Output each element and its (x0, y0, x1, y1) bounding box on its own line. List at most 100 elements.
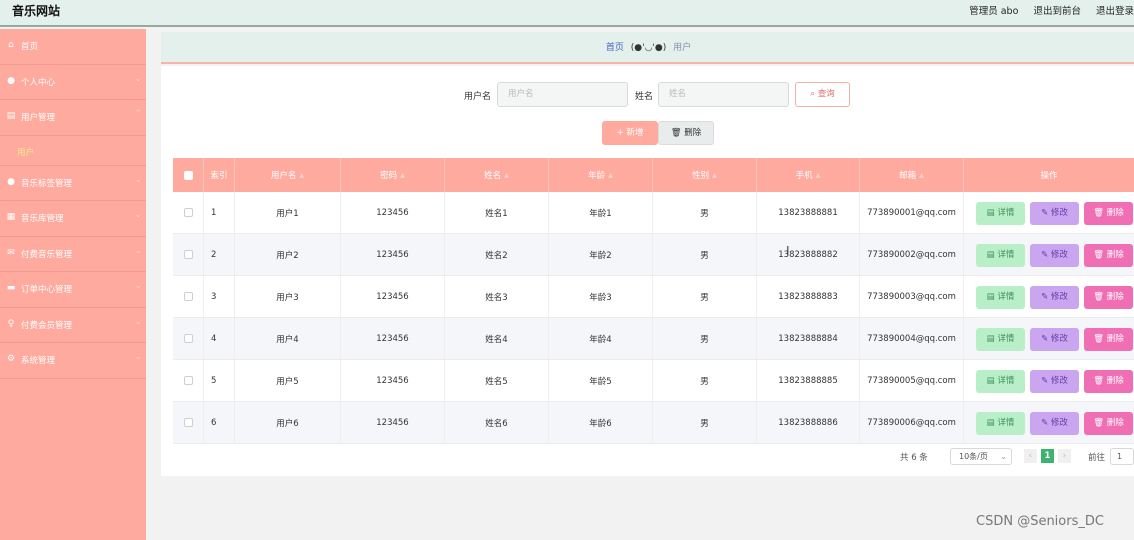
username-input[interactable]: 用户名 (497, 82, 628, 107)
page-number[interactable]: 1 (1041, 449, 1054, 463)
sidebar-item-music-tags[interactable]: ● 音乐标签管理 ⌄ (0, 166, 146, 201)
username-label: 用户名 (464, 92, 492, 102)
edit-button[interactable]: ✎ 修改 (1030, 244, 1079, 267)
back-to-front-link[interactable]: 退出到前台 (1033, 6, 1081, 17)
edit-button[interactable]: ✎ 修改 (1030, 328, 1079, 351)
mail-icon: ✉ (7, 247, 15, 258)
edit-button[interactable]: ✎ 修改 (1030, 202, 1079, 225)
sidebar-subitem-label: 用户 (17, 147, 35, 158)
row-checkbox[interactable] (183, 292, 193, 301)
document-icon: ▤ (986, 376, 998, 386)
trash-icon: 🗑 (1093, 334, 1107, 344)
sidebar-item-label: 订单中心管理 (21, 285, 73, 295)
edit-button[interactable]: ✎ 修改 (1030, 370, 1079, 393)
detail-button[interactable]: ▤ 详情 (976, 202, 1025, 225)
table-row: 5 用户5 123456 姓名5 年龄5 男 13823888885 77389… (173, 360, 1134, 402)
watermark: CSDN @Seniors_DC (976, 514, 1104, 529)
chevron-up-icon: ⌃ (134, 109, 142, 119)
sort-icon[interactable]: ▲ (504, 172, 509, 179)
col-password[interactable]: 密码 ▲ (341, 158, 445, 192)
sidebar-item-profile[interactable]: ● 个人中心 ⌄ (0, 65, 146, 100)
goto-page-input[interactable]: 1 (1110, 448, 1134, 465)
row-checkbox[interactable] (183, 208, 193, 217)
sort-icon[interactable]: ▲ (400, 172, 405, 179)
pencil-icon: ✎ (1041, 292, 1051, 302)
sort-icon[interactable]: ▲ (712, 172, 717, 179)
sidebar-item-paid-members[interactable]: ♀ 付费会员管理 ⌄ (0, 308, 146, 343)
pencil-icon: ✎ (1041, 334, 1051, 344)
delete-button[interactable]: 🗑 删除 (1084, 328, 1133, 351)
add-button[interactable]: + 新增 (602, 121, 658, 145)
select-all-checkbox[interactable] (183, 170, 193, 180)
cell-phone: 13823888884 (757, 318, 860, 359)
cell-index: 1 (204, 192, 235, 233)
grid-icon: ▦ (6, 212, 16, 222)
sidebar-item-system[interactable]: ⚙ 系统管理 ⌄ (0, 343, 146, 379)
detail-button[interactable]: ▤ 详情 (976, 244, 1025, 267)
row-checkbox[interactable] (183, 376, 193, 385)
chat-icon: ▬ (6, 283, 16, 293)
sidebar-item-label: 付费音乐管理 (21, 249, 73, 260)
batch-delete-button[interactable]: 🗑 删除 (658, 121, 714, 145)
top-bar: 音乐网站 管理员 abo 退出到前台 退出登录 (0, 0, 1134, 27)
trash-icon: 🗑 (1093, 292, 1107, 302)
cell-name: 姓名2 (445, 234, 549, 275)
cell-gender: 男 (653, 360, 757, 401)
delete-button[interactable]: 🗑 删除 (1084, 412, 1133, 435)
detail-button[interactable]: ▤ 详情 (976, 328, 1025, 351)
sidebar-item-orders[interactable]: ▬ 订单中心管理 ⌄ (0, 272, 146, 308)
sidebar-subitem-users[interactable]: 用户 (0, 136, 146, 166)
pencil-icon: ✎ (1041, 418, 1051, 428)
col-email[interactable]: 邮箱 ▲ (860, 158, 964, 192)
sidebar-item-music-library[interactable]: ▦ 音乐库管理 ⌄ (0, 201, 146, 237)
page-size-select[interactable]: 10条/页 ⌄ (950, 448, 1012, 465)
col-name[interactable]: 姓名 ▲ (445, 158, 549, 192)
col-age[interactable]: 年龄 ▲ (549, 158, 653, 192)
sidebar-item-user-management[interactable]: ▤ 用户管理 ⌃ (0, 100, 146, 136)
sort-icon[interactable]: ▲ (608, 172, 613, 179)
cell-phone: 13823888881 (757, 192, 860, 233)
prev-page-button[interactable]: ‹ (1024, 449, 1037, 463)
cell-email: 773890002@qq.com (860, 234, 964, 275)
cell-phone: 13823888882 (757, 234, 860, 275)
select-all-cell (173, 158, 204, 192)
row-checkbox[interactable] (183, 334, 193, 343)
breadcrumb-current: 用户 (673, 43, 692, 53)
row-checkbox[interactable] (183, 418, 193, 427)
detail-button[interactable]: ▤ 详情 (976, 370, 1025, 393)
admin-label: 管理员 abo (969, 6, 1019, 17)
cell-name: 姓名6 (445, 402, 549, 443)
edit-button[interactable]: ✎ 修改 (1030, 286, 1079, 309)
query-button[interactable]: ⌕ 查询 (795, 82, 850, 107)
edit-button[interactable]: ✎ 修改 (1030, 412, 1079, 435)
next-page-button[interactable]: › (1058, 449, 1071, 463)
delete-button[interactable]: 🗑 删除 (1084, 202, 1133, 225)
sidebar-item-home[interactable]: ⌂ 首页 (0, 29, 146, 65)
sidebar-item-label: 首页 (21, 42, 39, 52)
pagination: 共 6 条 10条/页 ⌄ ‹ 1 › 前往 1 (146, 448, 1134, 466)
col-username[interactable]: 用户名 ▲ (235, 158, 341, 192)
cell-username: 用户4 (235, 318, 341, 359)
chevron-down-icon: ⌄ (134, 281, 142, 291)
detail-button[interactable]: ▤ 详情 (976, 412, 1025, 435)
name-input[interactable]: 姓名 (658, 82, 789, 107)
sort-icon[interactable]: ▲ (919, 172, 924, 179)
breadcrumb-face: (●'◡'●) (630, 43, 667, 53)
sort-icon[interactable]: ▲ (816, 172, 821, 179)
detail-button[interactable]: ▤ 详情 (976, 286, 1025, 309)
delete-button[interactable]: 🗑 删除 (1084, 244, 1133, 267)
sort-icon[interactable]: ▲ (299, 172, 304, 179)
logout-link[interactable]: 退出登录 (1096, 6, 1134, 17)
pencil-icon: ✎ (1041, 376, 1051, 386)
table-row: 4 用户4 123456 姓名4 年龄4 男 13823888884 77389… (173, 318, 1134, 360)
delete-button[interactable]: 🗑 删除 (1084, 286, 1133, 309)
col-phone[interactable]: 手机 ▲ (757, 158, 860, 192)
sidebar-item-paid-music[interactable]: ✉ 付费音乐管理 ⌄ (0, 237, 146, 272)
cell-name: 姓名4 (445, 318, 549, 359)
sidebar: ⌂ 首页 ● 个人中心 ⌄ ▤ 用户管理 ⌃ 用户 ● 音乐标签管理 ⌄ ▦ 音… (0, 29, 146, 540)
breadcrumb-home[interactable]: 首页 (606, 43, 624, 53)
row-checkbox[interactable] (183, 250, 193, 259)
delete-button[interactable]: 🗑 删除 (1084, 370, 1133, 393)
user-icon: ● (7, 75, 15, 86)
col-gender[interactable]: 性别 ▲ (653, 158, 757, 192)
